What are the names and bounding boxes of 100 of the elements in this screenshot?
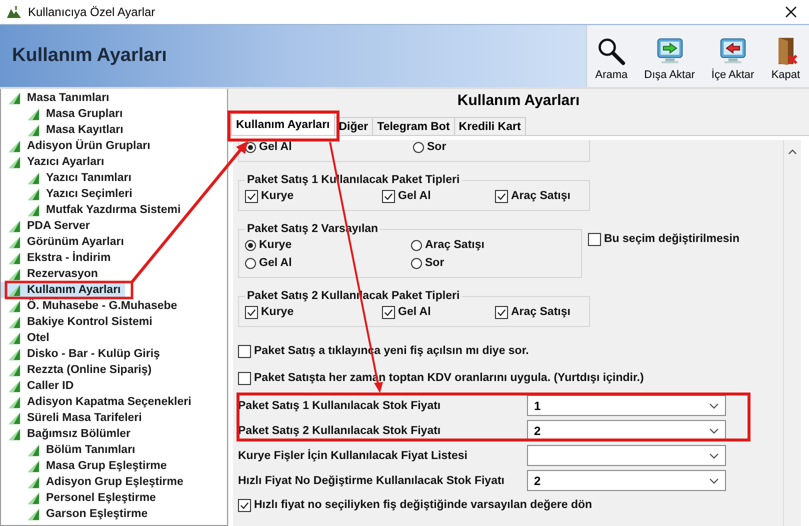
field-label: Hızlı Fiyat No Değiştirme Kullanılacak Stok Fiyatı	[238, 474, 504, 486]
search-icon	[596, 36, 626, 66]
tree-item[interactable]: Süreli Masa Tarifeleri	[1, 410, 146, 426]
tree-item[interactable]: Mutfak Yazdırma Sistemi	[1, 202, 185, 218]
triangle-icon	[27, 492, 40, 504]
triangle-icon	[8, 364, 21, 376]
field-label: Paket Satış 2 Kullanılacak Stok Fiyatı	[238, 424, 441, 436]
checkbox[interactable]	[238, 344, 251, 358]
triangle-icon	[27, 172, 40, 184]
checkbox[interactable]	[245, 190, 258, 202]
tree-item[interactable]: Görünüm Ayarları	[1, 234, 128, 250]
tree-item[interactable]: Yazıcı Seçimleri	[1, 186, 136, 202]
triangle-icon	[8, 300, 21, 312]
triangle-icon	[27, 124, 40, 136]
tree-item[interactable]: Masa Kayıtları	[1, 122, 128, 138]
checkbox-option[interactable]: Kurye	[245, 304, 294, 320]
checkbox[interactable]	[495, 190, 508, 202]
toolbar-button[interactable]: İçe Aktar	[709, 36, 756, 81]
radio-option[interactable]: Araç Satışı	[411, 237, 484, 253]
field-label: Kurye Fişler İçin Kullanılacak Fiyat Listesi	[238, 450, 468, 462]
tree-item[interactable]: Masa Grup Eşleştirme	[1, 458, 171, 474]
triangle-icon	[27, 188, 40, 200]
tree-item[interactable]: Adisyon Kapatma Seçenekleri	[1, 394, 196, 410]
tree-item[interactable]: Ö. Muhasebe - G.Muhasebe	[1, 298, 182, 314]
tree-item[interactable]: Adisyon Grup Eşleştirme	[1, 474, 188, 490]
radio-option[interactable]: Kurye	[245, 237, 292, 253]
tree-item[interactable]: Ekstra - İndirim	[1, 250, 115, 266]
tree-item[interactable]: Bakiye Kontrol Sistemi	[1, 314, 156, 330]
triangle-icon	[8, 156, 21, 168]
triangle-icon	[8, 252, 21, 264]
radio-option[interactable]: Gel Al	[245, 255, 292, 271]
checkbox[interactable]	[245, 306, 258, 318]
tree-item[interactable]: Caller ID	[1, 378, 78, 394]
triangle-icon	[27, 460, 40, 472]
chevron-down-icon	[709, 478, 719, 484]
checkbox-option[interactable]: Gel Al	[382, 188, 431, 204]
triangle-icon	[27, 444, 40, 456]
toolbar-button[interactable]: Kapat	[768, 36, 803, 81]
radio-option[interactable]: Sor	[411, 255, 444, 271]
panel-title: Kullanım Ayarları	[456, 91, 581, 111]
checkbox-option[interactable]: Hızlı fiyat no seçiliyken fiş değiştiğinde varsayılan değere dön	[238, 497, 592, 513]
checkbox-option[interactable]: Kurye	[245, 188, 294, 204]
triangle-icon	[27, 476, 40, 488]
triangle-icon	[8, 140, 21, 152]
triangle-icon	[8, 236, 21, 248]
checkbox[interactable]	[382, 190, 395, 202]
tree-item[interactable]: Masa Grupları	[1, 106, 127, 122]
tree-item[interactable]: Adisyon Ürün Grupları	[1, 138, 154, 154]
tab[interactable]: Kredili Kart	[454, 117, 526, 135]
tree-item[interactable]: Otel	[1, 330, 54, 346]
triangle-icon	[8, 332, 21, 344]
triangle-icon	[8, 412, 21, 424]
tree-item[interactable]: Masa Tanımları	[1, 90, 114, 106]
chevron-down-icon	[709, 428, 719, 434]
radio-button[interactable]	[411, 240, 422, 250]
triangle-icon	[8, 316, 21, 328]
tab[interactable]: Telegram Bot	[372, 117, 455, 135]
radio-button[interactable]	[411, 258, 422, 268]
checkbox[interactable]	[495, 306, 508, 318]
tree-item[interactable]: Rezervasyon	[1, 266, 102, 282]
app-logo-icon	[6, 5, 22, 19]
toolbar-button[interactable]: Arama	[593, 36, 630, 81]
radio-button[interactable]	[245, 258, 256, 268]
tab[interactable]: Kullanım Ayarları	[231, 113, 335, 135]
checkbox[interactable]	[238, 498, 251, 512]
tree-item[interactable]: PDA Server	[1, 218, 94, 234]
triangle-icon	[27, 108, 40, 120]
checkbox[interactable]	[382, 306, 395, 318]
checkbox-option[interactable]: Araç Satışı	[495, 304, 570, 320]
radio-option[interactable]: Sor	[413, 140, 446, 155]
triangle-icon	[8, 92, 21, 104]
checkbox-option[interactable]: Araç Satışı	[495, 188, 570, 204]
dropdown-field[interactable]: 2	[527, 420, 726, 441]
triangle-icon	[27, 204, 40, 216]
tree-item[interactable]: Disko - Bar - Kulüp Giriş	[1, 346, 164, 362]
checkbox[interactable]	[588, 232, 601, 246]
tree-item[interactable]: Garson Eşleştirme	[1, 506, 152, 522]
dropdown-field[interactable]: 1	[527, 395, 726, 416]
tree-item[interactable]: Yazıcı Ayarları	[1, 154, 108, 170]
triangle-icon	[8, 268, 21, 280]
dropdown-field[interactable]: 2	[527, 470, 726, 491]
tree-item[interactable]: Bölüm Tanımları	[1, 442, 140, 458]
triangle-icon	[8, 348, 21, 360]
toolbar-button[interactable]: Dışa Aktar	[642, 36, 697, 81]
chevron-up-icon	[788, 149, 797, 155]
scrollbar[interactable]	[783, 140, 801, 526]
tree-item[interactable]: Personel Eşleştirme	[1, 490, 160, 506]
tree-item[interactable]: Bağımsız Bölümler	[1, 426, 135, 442]
tree-item[interactable]: Rezzta (Online Sipariş)	[1, 362, 156, 378]
window-title: Kullanıcıya Özel Ayarlar	[28, 5, 156, 19]
checkbox-option[interactable]: Bu seçim değiştirilmesin	[588, 231, 740, 247]
radio-button[interactable]	[413, 142, 424, 152]
close-icon[interactable]	[785, 6, 797, 18]
triangle-icon	[8, 428, 21, 440]
checkbox-option[interactable]: Gel Al	[382, 304, 431, 320]
checkbox[interactable]	[238, 372, 251, 384]
chevron-down-icon	[709, 402, 719, 408]
radio-button[interactable]	[245, 240, 256, 250]
dropdown-field[interactable]	[527, 445, 726, 466]
tree-item[interactable]: Yazıcı Tanımları	[1, 170, 136, 186]
